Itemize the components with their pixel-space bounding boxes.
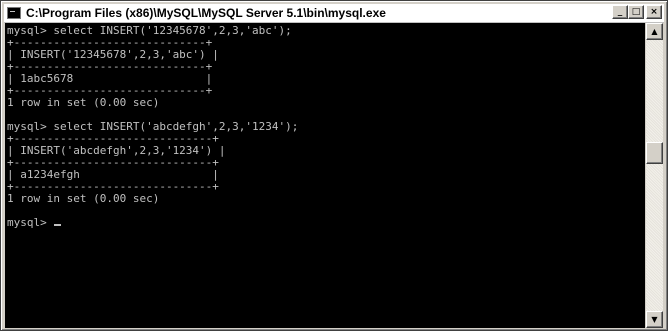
window-controls: _ □ ×: [612, 5, 662, 19]
console-icon[interactable]: [7, 7, 21, 19]
console-output[interactable]: mysql> select INSERT('12345678',2,3,'abc…: [5, 23, 645, 328]
console-prompt: mysql>: [7, 216, 54, 229]
console-window: C:\Program Files (x86)\MySQL\MySQL Serve…: [0, 0, 668, 331]
maximize-button[interactable]: □: [628, 5, 644, 19]
title-bar[interactable]: C:\Program Files (x86)\MySQL\MySQL Serve…: [4, 4, 664, 23]
scroll-up-button[interactable]: ▲: [646, 23, 663, 40]
close-button[interactable]: ×: [646, 5, 662, 19]
console-line: 1 row in set (0.00 sec): [7, 96, 160, 109]
vertical-scrollbar[interactable]: ▲ ▼: [646, 23, 663, 328]
minimize-button[interactable]: _: [612, 5, 628, 19]
console-line: 1 row in set (0.00 sec): [7, 192, 160, 205]
scroll-down-button[interactable]: ▼: [646, 311, 663, 328]
window-title: C:\Program Files (x86)\MySQL\MySQL Serve…: [26, 6, 386, 20]
scroll-thumb[interactable]: [646, 142, 663, 164]
text-cursor: [54, 224, 62, 226]
